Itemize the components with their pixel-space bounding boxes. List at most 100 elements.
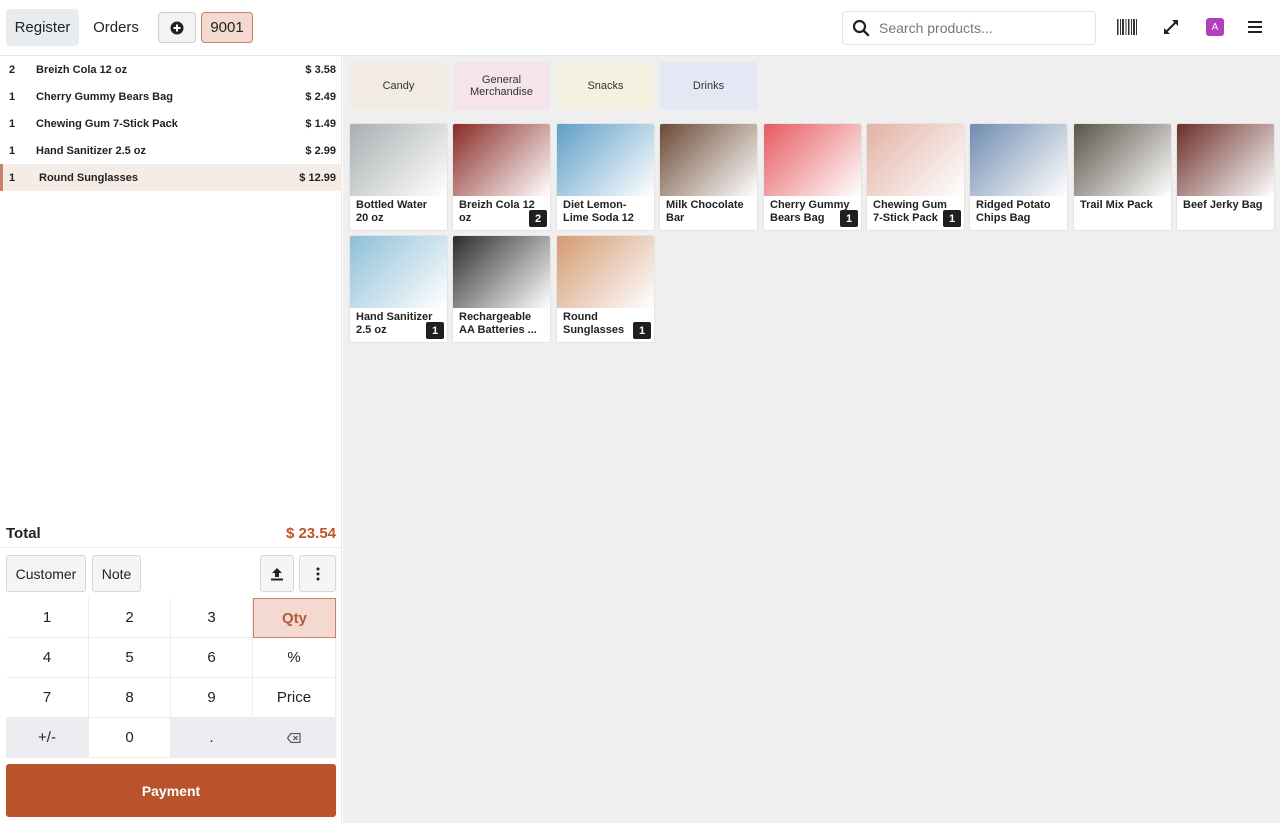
order-line-name: Chewing Gum 7-Stick Pack bbox=[36, 117, 178, 130]
product-card[interactable]: Trail Mix Pack bbox=[1074, 124, 1171, 230]
product-image bbox=[764, 124, 861, 196]
numpad-key-7[interactable]: 7 bbox=[6, 678, 89, 718]
numpad: 1 2 3 Qty 4 5 6 % 7 8 9 Price +/- 0 . bbox=[6, 598, 336, 758]
vertical-dots-icon bbox=[316, 567, 319, 580]
order-line-qty: 1 bbox=[9, 144, 16, 157]
order-line-price: $ 12.99 bbox=[299, 171, 336, 184]
numpad-key-4[interactable]: 4 bbox=[6, 638, 89, 678]
product-name: Ridged Potato Chips Bag bbox=[976, 199, 1051, 224]
product-card[interactable]: Hand Sanitizer 2.5 oz 1 bbox=[350, 236, 447, 342]
order-line-name: Breizh Cola 12 oz bbox=[36, 63, 128, 76]
product-image bbox=[453, 124, 550, 196]
product-card[interactable]: Bottled Water 20 oz bbox=[350, 124, 447, 230]
numpad-key-5[interactable]: 5 bbox=[89, 638, 171, 678]
avatar-letter: A bbox=[1206, 18, 1224, 36]
order-panel: 2 Breizh Cola 12 oz $ 3.58 1 Cherry Gumm… bbox=[0, 56, 342, 823]
barcode-icon[interactable] bbox=[1114, 14, 1140, 40]
numpad-key-2[interactable]: 2 bbox=[89, 598, 171, 638]
product-image bbox=[453, 236, 550, 308]
numpad-key-9[interactable]: 9 bbox=[171, 678, 253, 718]
customer-button[interactable]: Customer bbox=[6, 555, 86, 592]
numpad-key-0[interactable]: 0 bbox=[89, 718, 171, 758]
decimal-button[interactable]: . bbox=[171, 718, 253, 758]
product-image bbox=[557, 124, 654, 196]
sign-toggle-button[interactable]: +/- bbox=[6, 718, 89, 758]
product-card[interactable]: Breizh Cola 12 oz 2 bbox=[453, 124, 550, 230]
fullscreen-icon[interactable] bbox=[1158, 14, 1184, 40]
product-image bbox=[557, 236, 654, 308]
discount-mode-button[interactable]: % bbox=[253, 638, 336, 678]
product-image bbox=[660, 124, 757, 196]
category-drinks[interactable]: Drinks bbox=[660, 62, 757, 110]
price-mode-button[interactable]: Price bbox=[253, 678, 336, 718]
numpad-key-8[interactable]: 8 bbox=[89, 678, 171, 718]
product-name: Milk Chocolate Bar bbox=[666, 199, 744, 224]
numpad-key-6[interactable]: 6 bbox=[171, 638, 253, 678]
order-line-qty: 2 bbox=[9, 63, 16, 76]
order-line-name: Hand Sanitizer 2.5 oz bbox=[36, 144, 147, 157]
product-image bbox=[350, 124, 447, 196]
search-icon bbox=[843, 19, 879, 37]
upload-button[interactable] bbox=[260, 555, 294, 592]
product-card[interactable]: Chewing Gum 7-Stick Pack 1 bbox=[867, 124, 964, 230]
orders-tab[interactable]: Orders bbox=[85, 9, 147, 46]
product-qty-badge: 1 bbox=[840, 210, 858, 227]
new-order-button[interactable] bbox=[158, 12, 196, 43]
order-line-qty: 1 bbox=[9, 117, 16, 130]
numpad-key-3[interactable]: 3 bbox=[171, 598, 253, 638]
qty-mode-button[interactable]: Qty bbox=[253, 598, 336, 638]
upload-icon bbox=[271, 567, 283, 580]
note-button[interactable]: Note bbox=[92, 555, 141, 592]
product-card[interactable]: Cherry Gummy Bears Bag 1 bbox=[764, 124, 861, 230]
order-line-name: Round Sunglasses bbox=[39, 171, 139, 184]
product-image bbox=[970, 124, 1067, 196]
order-line[interactable]: 1 Cherry Gummy Bears Bag $ 2.49 bbox=[0, 83, 342, 110]
more-options-button[interactable] bbox=[299, 555, 336, 592]
order-line-selected[interactable]: 1 Round Sunglasses $ 12.99 bbox=[0, 164, 342, 191]
order-line[interactable]: 2 Breizh Cola 12 oz $ 3.58 bbox=[0, 56, 342, 83]
search-input[interactable] bbox=[879, 20, 1079, 36]
product-name: Bottled Water 20 oz bbox=[356, 199, 428, 224]
product-card[interactable]: Rechargeable AA Batteries ... bbox=[453, 236, 550, 342]
order-line-qty: 1 bbox=[9, 171, 16, 184]
total-row: Total $ 23.54 bbox=[0, 520, 342, 548]
top-bar: Register Orders 9001 A bbox=[0, 0, 1280, 56]
user-avatar[interactable]: A bbox=[1202, 14, 1228, 40]
numpad-key-1[interactable]: 1 bbox=[6, 598, 89, 638]
category-snacks[interactable]: Snacks bbox=[557, 62, 654, 110]
order-line-name: Cherry Gummy Bears Bag bbox=[36, 90, 173, 103]
total-value: $ 23.54 bbox=[285, 525, 336, 542]
total-label: Total bbox=[6, 525, 41, 542]
product-image bbox=[867, 124, 964, 196]
product-card[interactable]: Round Sunglasses 1 bbox=[557, 236, 654, 342]
product-card[interactable]: Milk Chocolate Bar bbox=[660, 124, 757, 230]
product-card[interactable]: Ridged Potato Chips Bag bbox=[970, 124, 1067, 230]
product-qty-badge: 1 bbox=[426, 322, 444, 339]
order-line-qty: 1 bbox=[9, 90, 16, 103]
backspace-button[interactable] bbox=[253, 718, 336, 758]
product-name: Trail Mix Pack bbox=[1080, 199, 1153, 211]
register-tab[interactable]: Register bbox=[6, 9, 79, 46]
order-line[interactable]: 1 Chewing Gum 7-Stick Pack $ 1.49 bbox=[0, 110, 342, 137]
product-qty-badge: 1 bbox=[943, 210, 961, 227]
order-line-price: $ 2.99 bbox=[305, 144, 336, 157]
product-card[interactable]: Beef Jerky Bag bbox=[1177, 124, 1274, 230]
order-line-price: $ 3.58 bbox=[305, 63, 336, 76]
product-name: Beef Jerky Bag bbox=[1183, 199, 1263, 211]
menu-icon[interactable] bbox=[1242, 14, 1268, 40]
order-line-price: $ 1.49 bbox=[305, 117, 336, 130]
order-line[interactable]: 1 Hand Sanitizer 2.5 oz $ 2.99 bbox=[0, 137, 342, 164]
search-box[interactable] bbox=[842, 11, 1096, 45]
product-image bbox=[350, 236, 447, 308]
category-general-merchandise[interactable]: General Merchandise bbox=[453, 62, 550, 110]
payment-button[interactable]: Payment bbox=[6, 764, 336, 817]
current-order-tab[interactable]: 9001 bbox=[201, 12, 253, 43]
product-qty-badge: 2 bbox=[529, 210, 547, 227]
product-image bbox=[1074, 124, 1171, 196]
category-candy[interactable]: Candy bbox=[350, 62, 447, 110]
product-panel: Candy General Merchandise Snacks Drinks … bbox=[343, 56, 1280, 823]
backspace-icon bbox=[287, 732, 301, 743]
product-image bbox=[1177, 124, 1274, 196]
product-card[interactable]: Diet Lemon-Lime Soda 12 oz bbox=[557, 124, 654, 230]
plus-circle-icon bbox=[170, 21, 184, 34]
